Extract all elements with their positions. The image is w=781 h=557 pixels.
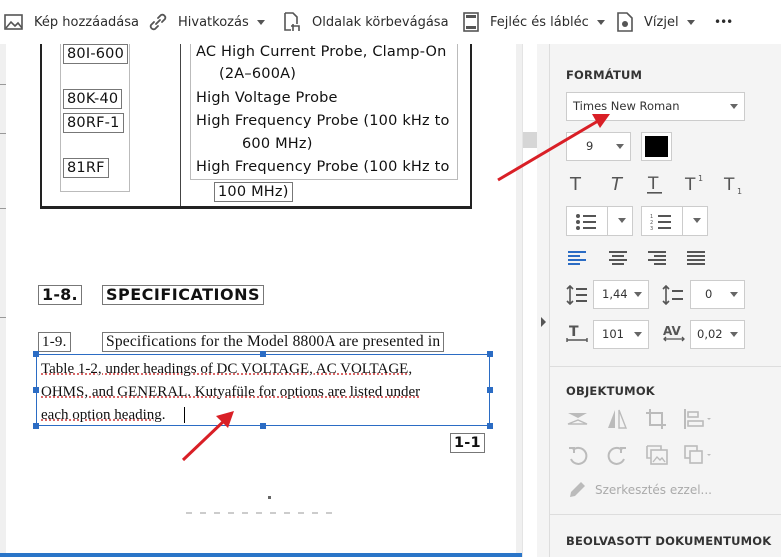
annotation-overlay: [181, 114, 610, 462]
red-arrow-icon: [181, 411, 234, 462]
red-arrow-icon: [497, 114, 610, 182]
